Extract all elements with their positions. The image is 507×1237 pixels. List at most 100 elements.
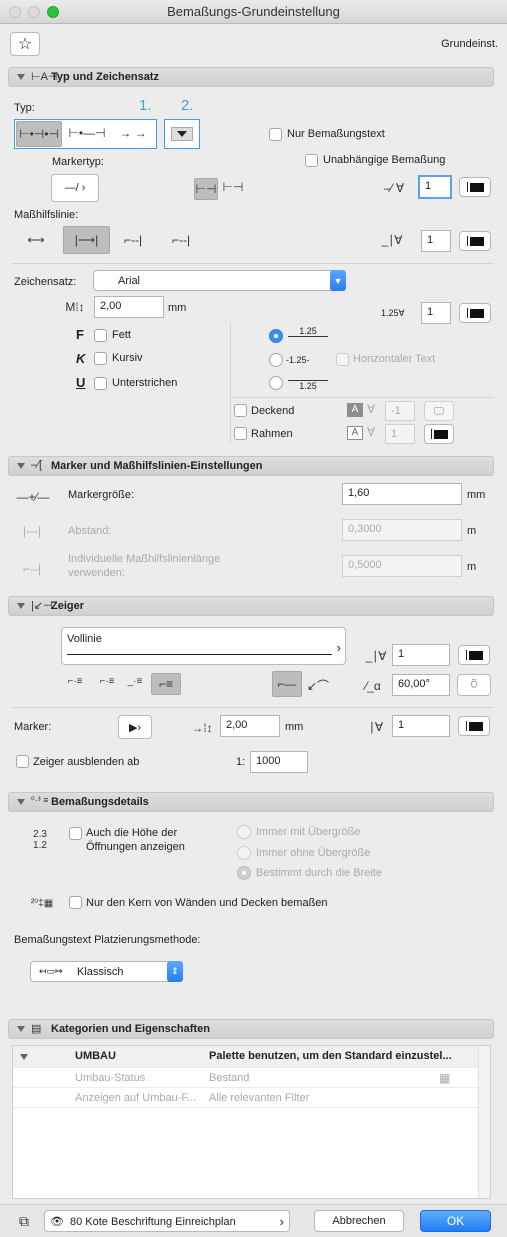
leader-angle-input[interactable]: 60,00° [392, 674, 450, 696]
bestimmt-radio[interactable] [237, 866, 251, 880]
deckend-checkbox[interactable] [234, 404, 247, 417]
markergroesse-input[interactable]: 1,60 [342, 483, 462, 505]
witness-line-none-button[interactable]: ⟷ [22, 233, 50, 247]
table-row[interactable]: Anzeigen auf Umbau-F... Alle relevanten … [13, 1088, 478, 1108]
section-title: Zeiger [51, 600, 85, 612]
linear-dimension-icon: ⊢•⊣•⊣ [19, 127, 59, 141]
minimize-window-button[interactable] [28, 6, 40, 18]
leader-marker-picker[interactable]: ▶› [118, 715, 152, 739]
unterstrichen-checkbox[interactable] [94, 377, 107, 390]
fett-checkbox[interactable] [94, 329, 107, 342]
fill-pen-icon: ∀ [367, 402, 376, 416]
kern-label: Nur den Kern von Wänden und Decken bemaß… [86, 897, 328, 909]
dimension-type-linear-button[interactable]: ⊢•⊣•⊣ [16, 121, 62, 147]
separator [12, 707, 494, 708]
immer-ohne-radio[interactable] [237, 846, 251, 860]
table-scrollbar[interactable] [478, 1046, 490, 1198]
rahmen-pen-input[interactable]: 1 [385, 424, 415, 444]
individuell-input[interactable]: 0,5000 [342, 555, 462, 577]
section-header-details[interactable]: ⁰·³ ≡ Bemaßungsdetails [8, 792, 494, 812]
favorites-label: Grundeinst. [441, 38, 498, 50]
section-header-zeiger[interactable]: |↙⊣ Zeiger [8, 596, 494, 616]
text-anchor-top-button[interactable]: ⌐·≡ [62, 676, 88, 687]
lock-icon: ⍥ [470, 678, 478, 691]
zoom-window-button[interactable] [47, 6, 59, 18]
updown-stepper-icon: ⇕ [167, 961, 183, 982]
nur-text-checkbox[interactable] [269, 128, 282, 141]
text-position-above-radio[interactable] [269, 329, 283, 343]
horizontal-text-checkbox[interactable] [336, 353, 349, 366]
unterstrichen-label: Unterstrichen [112, 377, 178, 389]
deckend-pen-button[interactable]: 🖵 [424, 401, 454, 421]
zeichensatz-label: Zeichensatz: [14, 276, 77, 288]
leader-curved-button[interactable]: ↙⌒ [305, 674, 331, 696]
font-select[interactable]: Arial ▼ [93, 270, 346, 291]
placement-select[interactable]: ↤▭↦ Klassisch ⇕ [30, 961, 183, 982]
text-anchor-bottom-button[interactable]: _·≡ [122, 676, 148, 687]
text-anchor-underline-button[interactable]: ⌐≡ [151, 673, 181, 695]
table-row[interactable]: Umbau-Status Bestand ▦ [13, 1068, 478, 1088]
ok-button[interactable]: OK [420, 1210, 491, 1232]
witness-line-short-button[interactable]: |⟶| [63, 226, 110, 254]
section-header-typ[interactable]: ⊢A⊣ Typ und Zeichensatz [8, 67, 494, 87]
markergroesse-label: Markergröße: [68, 489, 135, 501]
scale-input[interactable]: 1000 [250, 751, 308, 773]
slash-marker-icon: —/ › [64, 182, 86, 194]
text-anchor-middle-button[interactable]: ⌐·≡ [94, 676, 120, 687]
immer-mit-radio[interactable] [237, 825, 251, 839]
markertyp-picker[interactable]: —/ › [51, 174, 99, 202]
hide-leader-checkbox[interactable] [16, 755, 29, 768]
text-size-input[interactable]: 2,00 [94, 296, 164, 318]
leader-marker-pen-button[interactable] [458, 716, 490, 736]
leader-marker-size-input[interactable]: 2,00 [220, 715, 280, 737]
marker-settings-icon: –⁄[ [31, 459, 43, 471]
rahmen-checkbox[interactable] [234, 427, 247, 440]
text-below-sample: 1.25 [288, 380, 328, 391]
favorites-button[interactable]: ☆ [10, 32, 40, 56]
leader-angle-lock-button[interactable]: ⍥ [457, 674, 491, 696]
rahmen-pen-button[interactable] [424, 424, 454, 444]
text-position-below-radio[interactable] [269, 376, 283, 390]
footer-bar: ⧉ 👁 80 Kote Beschriftung Einreichplan › … [0, 1204, 507, 1237]
kursiv-checkbox[interactable] [94, 352, 107, 365]
leader-marker-pen-input[interactable]: 1 [392, 715, 450, 737]
table-group-row[interactable]: UMBAU Palette benutzen, um den Standard … [13, 1046, 478, 1068]
dimension-type-elevation-button[interactable]: → → [111, 126, 155, 140]
text-pen-button[interactable] [459, 303, 491, 323]
disclosure-triangle-icon [17, 74, 25, 80]
unabhaengig-checkbox[interactable] [305, 154, 318, 167]
marker-position-inside-button[interactable]: ⊢⊣ [194, 178, 218, 200]
marker-pen-button[interactable] [459, 177, 491, 197]
abstand-unit: m [467, 525, 477, 537]
kern-checkbox[interactable] [69, 896, 82, 909]
leader-pen-icon: _∣∀ [365, 649, 387, 663]
text-position-inline-radio[interactable] [269, 353, 283, 367]
section-header-categories[interactable]: ▤ Kategorien und Eigenschaften [8, 1019, 494, 1039]
layer-picker[interactable]: 👁 80 Kote Beschriftung Einreichplan › [44, 1210, 290, 1232]
cancel-button[interactable]: Abbrechen [314, 1210, 404, 1232]
close-window-button[interactable] [9, 6, 21, 18]
deckend-pen-input[interactable]: -1 [385, 401, 415, 421]
line-type-picker[interactable]: Vollinie › [61, 627, 346, 665]
leader-pen-input[interactable]: 1 [392, 644, 450, 666]
marker-position-outside-button[interactable]: ⊢⊣ [222, 180, 244, 194]
text-pen-input[interactable]: 1 [421, 302, 451, 324]
marker-size-icon: —+⁄— [16, 490, 50, 504]
hoehe-checkbox[interactable] [69, 827, 82, 840]
marker-label: Marker: [14, 721, 52, 733]
section-header-marker[interactable]: –⁄[ Marker und Maßhilfslinien-Einstellun… [8, 456, 494, 476]
witness-pen-input[interactable]: 1 [421, 230, 451, 252]
leader-marker-size-unit: mm [285, 721, 304, 733]
witness-line-custom-button[interactable]: ⌐‐‐| [164, 228, 198, 252]
leader-pen-button[interactable] [458, 645, 490, 665]
vertical-separator [230, 322, 231, 444]
dimension-type-cumulative-button[interactable]: ⊢•—⊣ [65, 126, 109, 140]
marker-pen-input[interactable]: 1 [418, 175, 452, 199]
witness-pen-button[interactable] [459, 231, 491, 251]
leader-straight-button[interactable]: ⌐— [272, 671, 302, 697]
dimension-text-only-type-button[interactable] [164, 119, 200, 149]
hoehe-label: Auch die Höhe der Öffnungen anzeigen [86, 827, 185, 853]
witness-line-dynamic-button[interactable]: ⌐‐‐| [116, 228, 150, 252]
abstand-input[interactable]: 0,3000 [342, 519, 462, 541]
chevron-down-icon: ▼ [330, 270, 346, 291]
